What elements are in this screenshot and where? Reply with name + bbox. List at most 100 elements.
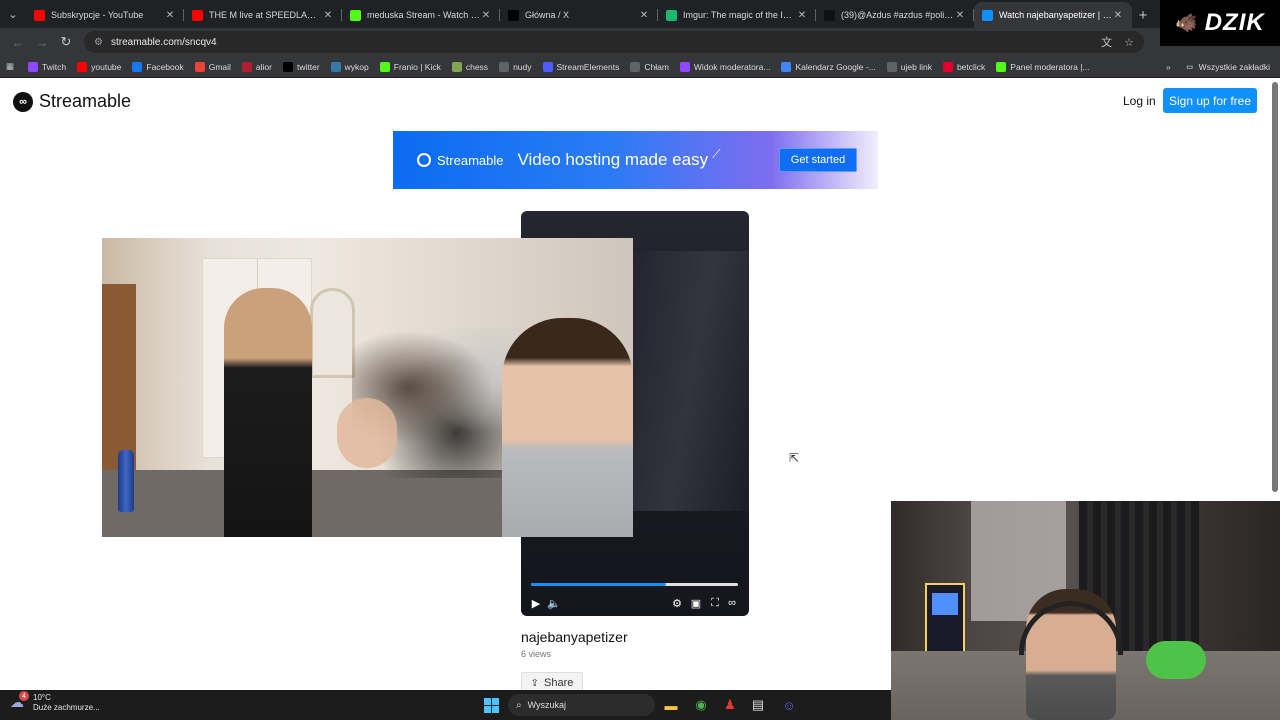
page-scrollbar[interactable] (1271, 80, 1280, 500)
bookmark-item[interactable]: Chłam (630, 61, 669, 72)
ad-banner[interactable]: Streamable Video hosting made easy ⟋ Get… (393, 131, 878, 189)
dzik-logo-text: DZIK (1204, 9, 1265, 36)
browser-tab[interactable]: Imgur: The magic of the Intern ✕ (658, 2, 816, 28)
tab-title: Imgur: The magic of the Intern (683, 10, 796, 20)
tab-title: meduska Stream - Watch Live o (367, 10, 480, 20)
weather-widget[interactable]: ☁ 4 10°C Duże zachmurze... (10, 691, 100, 713)
tab-title: Główna / X (525, 10, 570, 20)
tab-favicon-icon (508, 9, 519, 21)
all-bookmarks[interactable]: ▭ Wszystkie zakładki (1185, 62, 1270, 72)
tab-close-icon[interactable]: ✕ (1112, 10, 1124, 21)
bookmark-favicon-icon (330, 61, 341, 72)
bookmark-item[interactable]: Panel moderatora |... (996, 61, 1090, 72)
bookmark-label: Panel moderatora |... (1010, 61, 1090, 72)
bookmark-favicon-icon (77, 61, 88, 72)
bookmark-item[interactable]: nudy (499, 61, 532, 72)
scene-hand (337, 398, 397, 468)
banner-logo-icon (417, 153, 431, 167)
bookmark-label: Facebook (146, 61, 184, 72)
streamable-logo[interactable]: ∞ Streamable (13, 91, 131, 112)
play-icon[interactable]: ▶ (529, 596, 543, 610)
screen: { "tabs": [ {"title": "Subskrypcje - You… (0, 0, 1280, 720)
bookmark-label: twitter (296, 61, 320, 72)
tab-favicon-icon (34, 9, 45, 21)
browser-tab[interactable]: THE M live at SPEEDLAND FEST✕ (184, 2, 342, 28)
login-link[interactable]: Log in (1123, 94, 1156, 108)
bookmark-item[interactable]: chess (451, 61, 488, 72)
tab-close-icon[interactable]: ✕ (480, 10, 492, 21)
browser-tab[interactable]: Watch najebanyapetizer | Strea ✕ (974, 2, 1132, 28)
new-tab-button[interactable]: + (1132, 2, 1154, 28)
browser-tab[interactable]: Główna / X ✕ (500, 2, 658, 28)
windows-start-icon[interactable] (484, 698, 499, 713)
streamable-brand: Streamable (39, 91, 132, 111)
bookmark-favicon-icon (451, 61, 462, 72)
fullscreen-icon[interactable]: ⛶ (708, 596, 722, 610)
bookmark-label: Twitch (42, 61, 67, 72)
bookmark-item[interactable]: Twitch (28, 61, 67, 72)
banner-tagline: Video hosting made easy (517, 150, 709, 169)
tab-close-icon[interactable]: ✕ (954, 10, 966, 21)
streamable-player-logo-icon[interactable]: ∞ (725, 596, 739, 610)
scrollbar-thumb[interactable] (1272, 82, 1278, 492)
translate-icon[interactable]: 文 (1101, 34, 1112, 50)
video-overlay-frame (102, 238, 633, 537)
bookmark-item[interactable]: ujeb link (886, 61, 932, 72)
bookmark-favicon-icon (28, 61, 39, 72)
weather-temperature: 10°C (33, 693, 51, 702)
video-progress-bar[interactable] (531, 583, 738, 586)
settings-gear-icon[interactable]: ⚙ (670, 596, 684, 610)
bookmarks-bar: ▦ Twitch youtube Facebook Gmail alior twitter… (0, 56, 1280, 78)
bookmark-item[interactable]: youtube (77, 61, 122, 72)
bookmark-item[interactable]: Gmail (194, 61, 231, 72)
forward-arrow-icon[interactable]: → (30, 30, 54, 54)
bookmark-item[interactable]: twitter (282, 61, 320, 72)
tab-close-icon[interactable]: ✕ (322, 10, 334, 21)
video-progress-fill (531, 583, 666, 586)
taskbar-search[interactable]: ⌕ Wyszukaj (508, 694, 655, 716)
bookmark-item[interactable]: Facebook (132, 61, 184, 72)
bookmark-item[interactable]: wykop (330, 61, 369, 72)
tab-close-icon[interactable]: ✕ (164, 10, 176, 21)
bookmark-item[interactable]: alior (241, 61, 272, 72)
bookmark-label: StreamElements (556, 61, 620, 72)
bookmark-item[interactable]: StreamElements (542, 61, 620, 72)
apps-grid-icon[interactable]: ▦ (6, 61, 14, 72)
app-icon-red[interactable]: ♟ (720, 695, 740, 715)
taskbar-search-placeholder: Wyszukaj (527, 700, 567, 710)
bookmark-item[interactable]: betclick (942, 61, 985, 72)
tab-close-icon[interactable]: ✕ (796, 10, 808, 21)
bookmark-label: Kalendarz Google -... (795, 61, 876, 72)
browser-tab[interactable]: (39)@Azdus #azdus #policja # ✕ (816, 2, 974, 28)
bookmarks-overflow-icon[interactable]: » (1166, 62, 1171, 72)
video-title: najebanyapetizer (521, 629, 628, 645)
site-info-icon[interactable]: ⚙ (94, 37, 103, 48)
bookmark-item[interactable]: Kalendarz Google -... (781, 61, 876, 72)
bookmark-label: youtube (91, 61, 122, 72)
picture-in-picture-icon[interactable]: ▣ (689, 596, 703, 610)
bookmark-item[interactable]: Widok moderatora... (679, 61, 770, 72)
tab-close-icon[interactable]: ✕ (638, 10, 650, 21)
bookmark-favicon-icon (886, 61, 897, 72)
app-icon-notes[interactable]: ▤ (748, 695, 768, 715)
address-bar[interactable]: ⚙ streamable.com/sncqv4 文 ☆ (84, 31, 1144, 53)
discord-icon[interactable]: ☺ (779, 695, 799, 715)
bookmark-star-icon[interactable]: ☆ (1124, 36, 1134, 49)
tab-favicon-icon (192, 9, 203, 21)
dzik-overlay-logo: 🐗 DZIK (1160, 0, 1280, 46)
browser-tab[interactable]: Subskrypcje - YouTube ✕ (26, 2, 184, 28)
bookmark-item[interactable]: Franio | Kick (379, 61, 441, 72)
reload-icon[interactable]: ↻ (54, 30, 78, 54)
tabs-container: Subskrypcje - YouTube ✕ THE M live at SPEE… (26, 2, 1132, 28)
get-started-button[interactable]: Get started (779, 148, 857, 172)
file-explorer-icon[interactable]: ▬ (661, 695, 681, 715)
back-arrow-icon[interactable]: ← (6, 30, 30, 54)
browser-tab[interactable]: meduska Stream - Watch Live o✕ (342, 2, 500, 28)
signup-button[interactable]: Sign up for free (1163, 88, 1257, 113)
bookmark-favicon-icon (679, 61, 690, 72)
bookmark-label: Franio | Kick (393, 61, 441, 72)
volume-icon[interactable]: 🔈 (547, 596, 561, 610)
tab-search-chevron-icon[interactable]: ⌄ (0, 0, 26, 28)
address-url[interactable]: streamable.com/sncqv4 (111, 37, 1089, 48)
chrome-icon[interactable]: ◉ (691, 695, 711, 715)
